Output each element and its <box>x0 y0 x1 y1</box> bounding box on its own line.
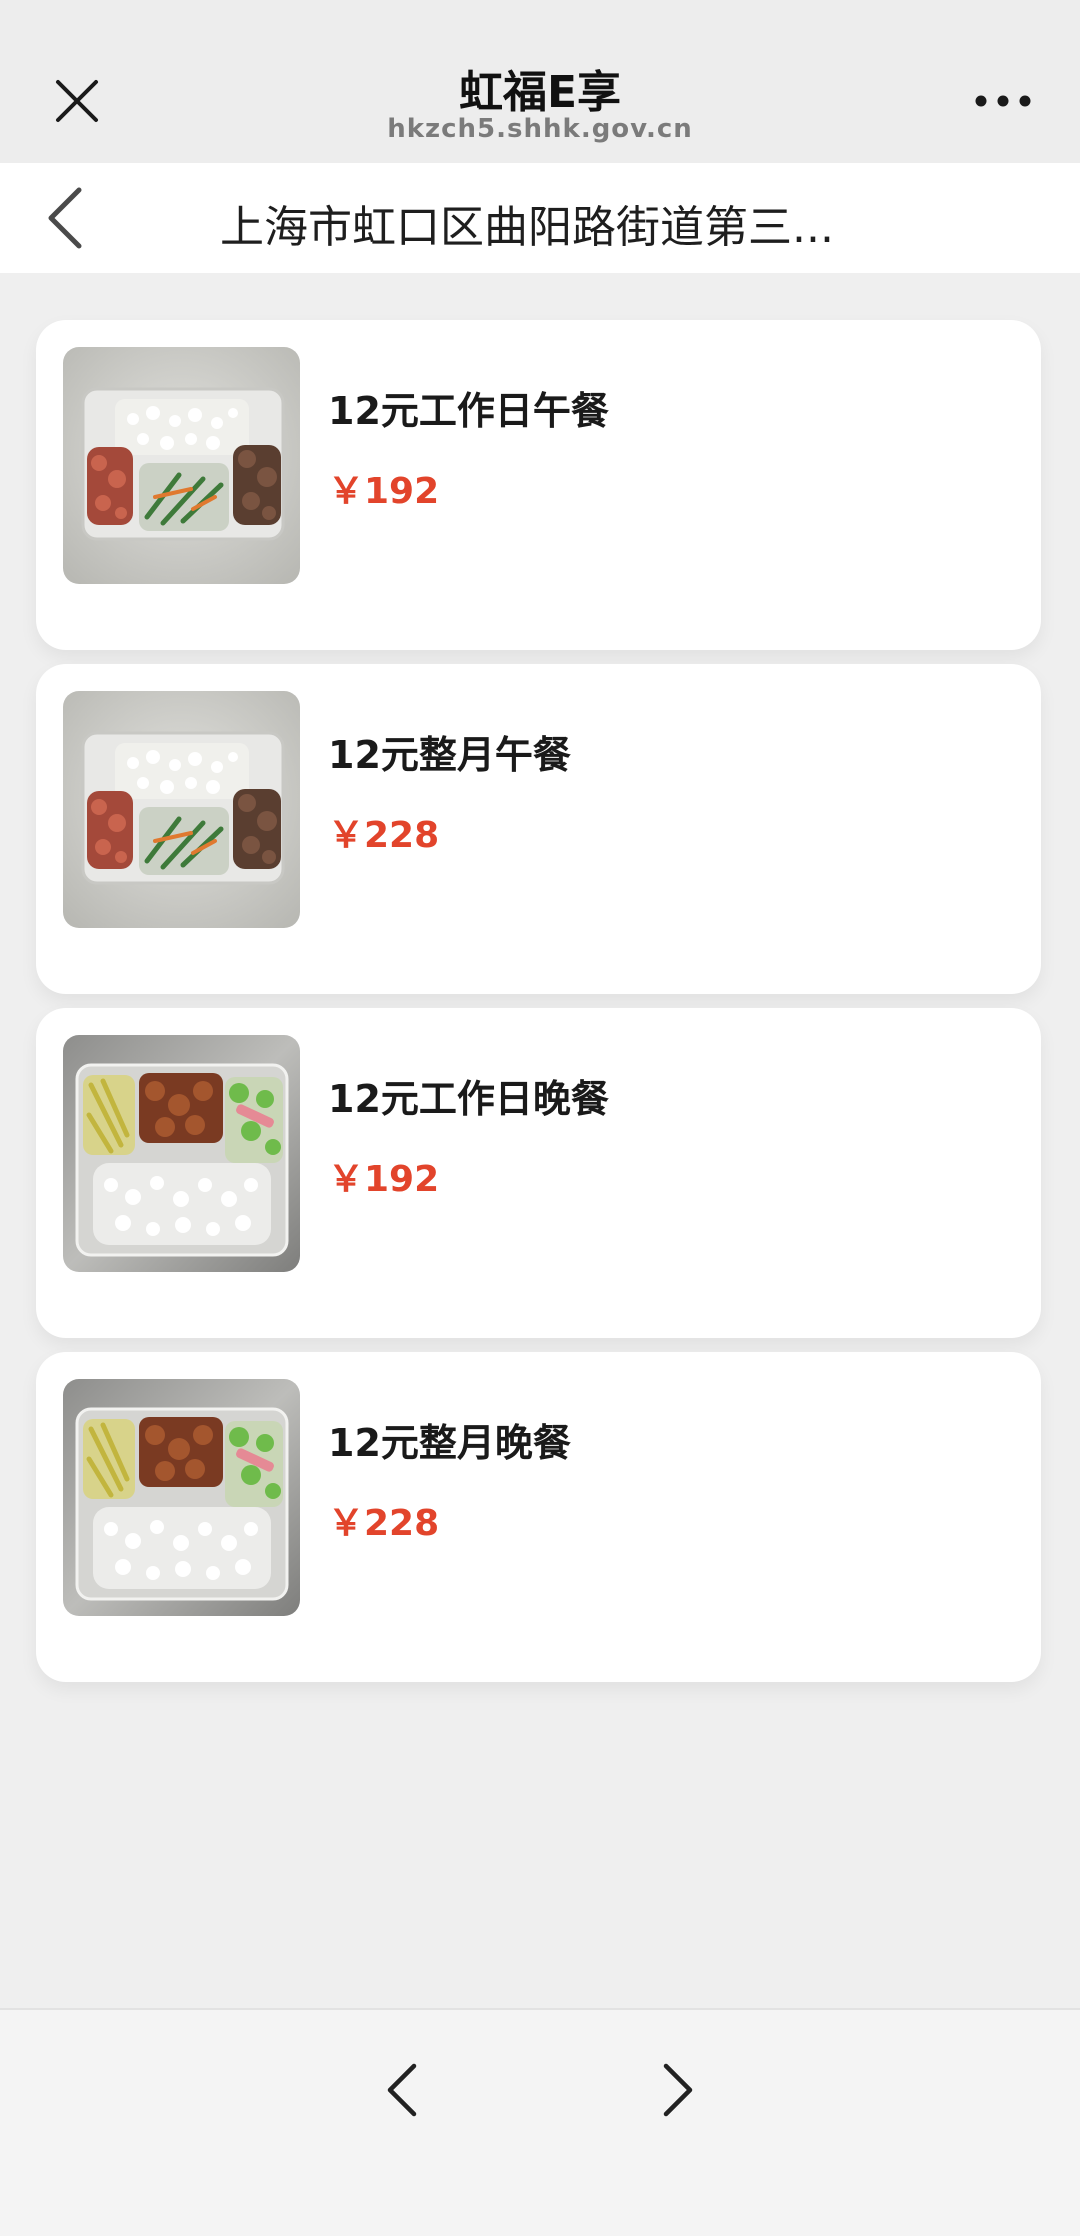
dinner-box-photo <box>63 1379 300 1616</box>
bottom-navigation <box>0 2008 1080 2236</box>
product-name: 12元工作日午餐 <box>328 389 609 433</box>
product-card[interactable]: 12元工作日晚餐 ￥192 <box>36 1008 1041 1338</box>
nav-forward-button[interactable] <box>638 2050 718 2130</box>
chevron-left-icon <box>48 187 82 249</box>
store-name: 上海市虹口区曲阳路街道第三... <box>220 202 834 253</box>
product-card[interactable]: 12元整月晚餐 ￥228 <box>36 1352 1041 1682</box>
nav-back-button[interactable] <box>362 2050 442 2130</box>
browser-header: 虹福E享 hkzch5.shhk.gov.cn <box>0 0 1080 163</box>
back-button[interactable] <box>30 181 100 255</box>
product-card[interactable]: 12元工作日午餐 ￥192 <box>36 320 1041 650</box>
product-name: 12元工作日晚餐 <box>328 1077 609 1121</box>
product-image <box>63 1035 300 1272</box>
product-price: ￥228 <box>328 1503 440 1544</box>
product-image <box>63 347 300 584</box>
store-header: 上海市虹口区曲阳路街道第三... <box>0 163 1080 273</box>
product-list: 12元工作日午餐 ￥192 12元整月午餐 ￥228 12元工作日晚餐 ￥192… <box>36 320 1041 1696</box>
product-image <box>63 691 300 928</box>
lunch-box-photo <box>63 347 300 584</box>
product-price: ￥192 <box>328 471 440 512</box>
product-price: ￥228 <box>328 815 440 856</box>
product-card[interactable]: 12元整月午餐 ￥228 <box>36 664 1041 994</box>
product-name: 12元整月晚餐 <box>328 1421 571 1465</box>
page-url: hkzch5.shhk.gov.cn <box>387 114 693 144</box>
chevron-right-icon <box>663 2063 693 2117</box>
chevron-left-icon <box>387 2063 417 2117</box>
lunch-box-photo <box>63 691 300 928</box>
page-title: 虹福E享 <box>458 67 622 118</box>
more-options-button[interactable] <box>958 62 1048 140</box>
product-name: 12元整月午餐 <box>328 733 571 777</box>
more-dots-icon <box>975 95 1031 107</box>
product-price: ￥192 <box>328 1159 440 1200</box>
product-image <box>63 1379 300 1616</box>
dinner-box-photo <box>63 1035 300 1272</box>
